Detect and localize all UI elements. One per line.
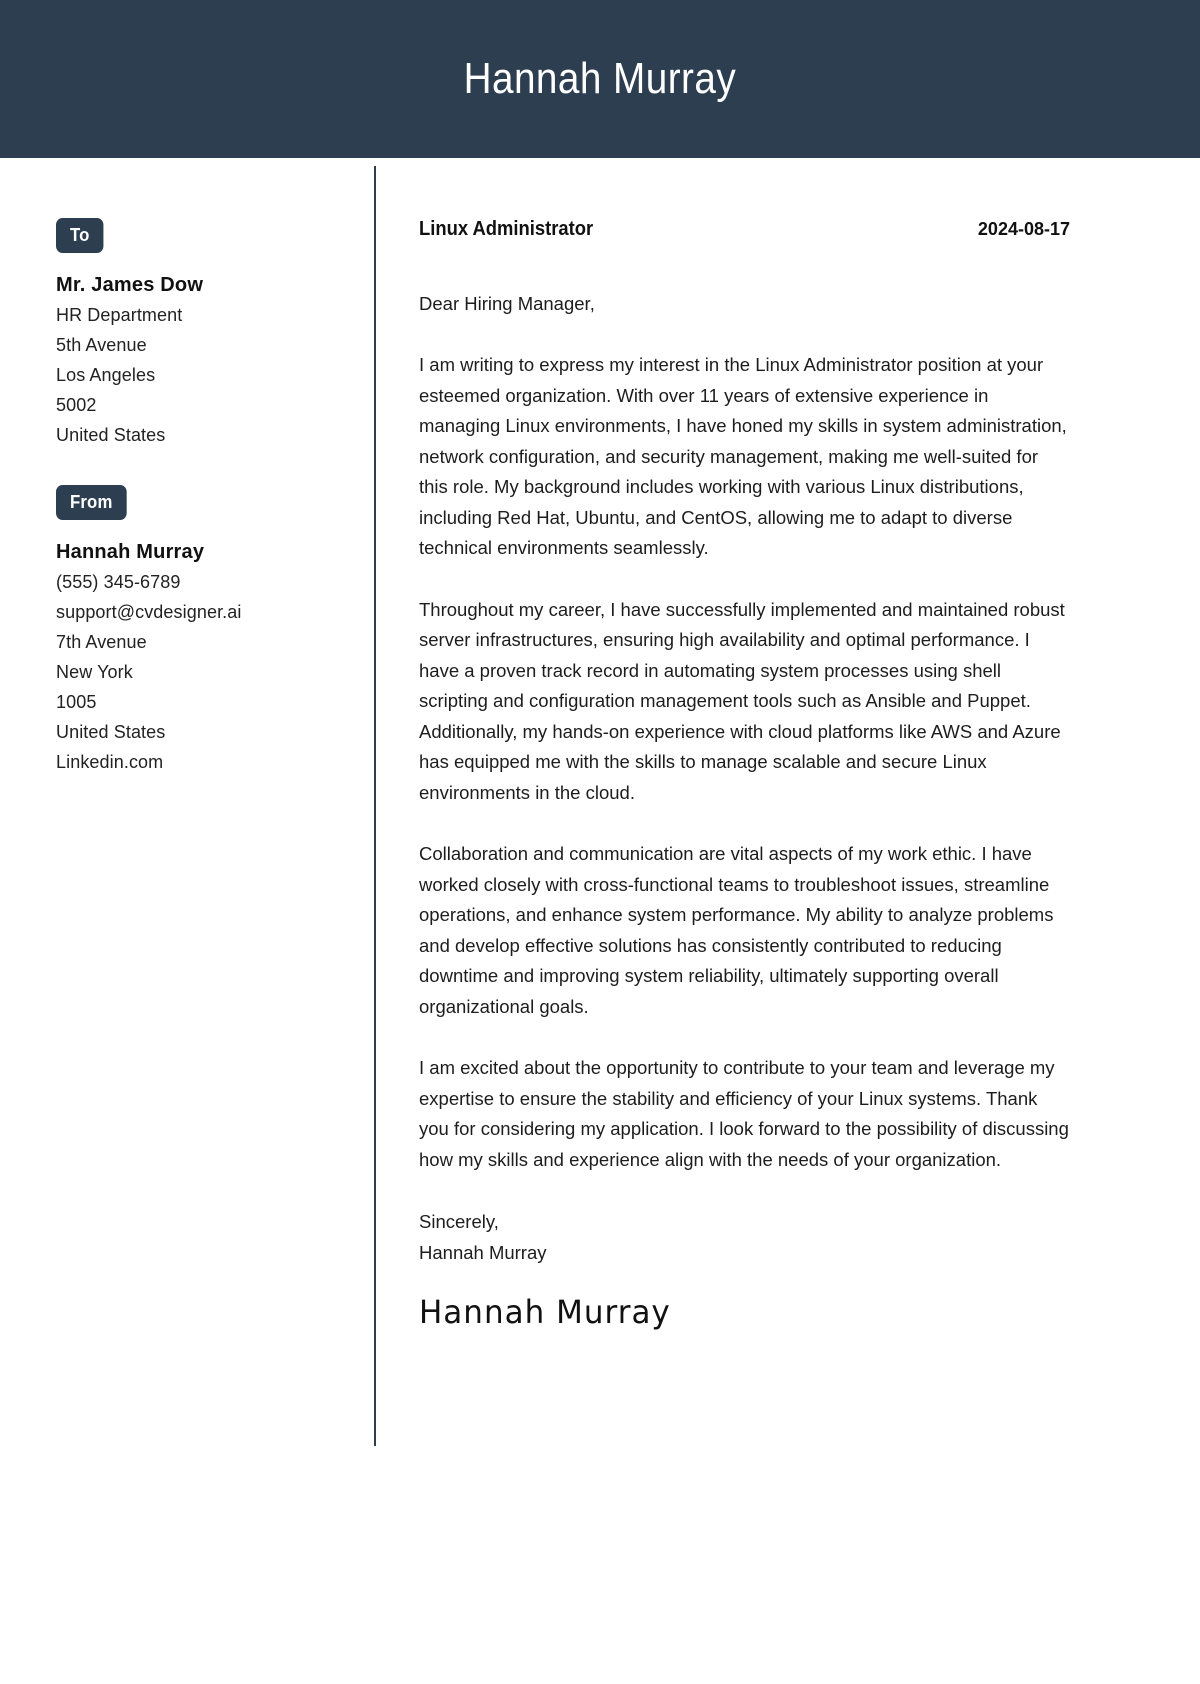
letter-header-row: Linux Administrator 2024-08-17 — [419, 218, 1070, 241]
page-title: Hannah Murray — [463, 54, 737, 103]
job-title: Linux Administrator — [419, 218, 594, 240]
to-badge: To — [56, 218, 104, 253]
document-body: To Mr. James Dow HR Department 5th Avenu… — [0, 158, 1200, 1446]
sender-address-line: 1005 — [56, 692, 97, 712]
recipient-address-line: HR Department — [56, 305, 183, 325]
sender-address-line: New York — [56, 662, 133, 682]
recipient-name: Mr. James Dow — [56, 274, 204, 296]
from-badge: From — [56, 485, 127, 520]
closing-name: Hannah Murray — [419, 1242, 547, 1263]
sender-address-line: 7th Avenue — [56, 632, 147, 652]
letter-paragraph: I am writing to express my interest in t… — [419, 354, 1067, 558]
recipient-block: To Mr. James Dow HR Department 5th Avenu… — [56, 218, 345, 450]
sender-email[interactable]: support@cvdesigner.ai — [56, 597, 345, 627]
letter-date: 2024-08-17 — [977, 219, 1070, 239]
recipient-address-line: Los Angeles — [56, 365, 156, 385]
letter-paragraph: I am excited about the opportunity to co… — [419, 1057, 1069, 1170]
letter-content: Linux Administrator 2024-08-17 Dear Hiri… — [375, 158, 1200, 1332]
closing-salutation: Sincerely, — [419, 1211, 499, 1232]
recipient-address-line: 5002 — [56, 395, 97, 415]
document-header: Hannah Murray — [0, 0, 1200, 158]
letter-paragraph: Throughout my career, I have successfull… — [419, 598, 1065, 803]
sender-name: Hannah Murray — [56, 541, 205, 563]
signature: Hannah Murray — [419, 1294, 671, 1332]
sender-address-line: United States — [56, 722, 166, 742]
recipient-address-line: United States — [56, 425, 166, 445]
sender-phone: (555) 345-6789 — [56, 572, 181, 592]
sender-linkedin[interactable]: Linkedin.com — [56, 747, 345, 777]
recipient-address-line: 5th Avenue — [56, 335, 147, 355]
sender-block: From Hannah Murray (555) 345-6789 suppor… — [56, 485, 345, 777]
letter-paragraph: Collaboration and communication are vita… — [419, 843, 1054, 1017]
sidebar: To Mr. James Dow HR Department 5th Avenu… — [0, 158, 375, 1330]
salutation: Dear Hiring Manager, — [419, 293, 595, 314]
